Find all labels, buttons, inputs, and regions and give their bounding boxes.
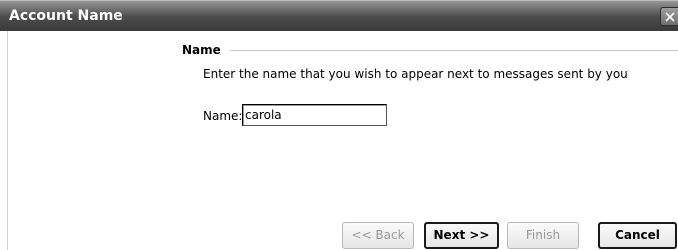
account-name-dialog: Account Name Name Enter the name that yo… [0,0,678,250]
back-button[interactable]: << Back [342,222,414,249]
cancel-button[interactable]: Cancel [598,222,677,249]
section-divider [230,50,678,51]
close-icon [665,12,675,22]
window-title: Account Name [9,8,123,24]
title-bar[interactable]: Account Name [0,0,678,31]
name-label: Name: [203,109,243,123]
instructions-text: Enter the name that you wish to appear n… [203,67,628,81]
finish-button[interactable]: Finish [507,222,579,249]
name-input[interactable] [242,104,387,126]
dialog-content [7,31,678,250]
next-button[interactable]: Next >> [424,222,499,249]
section-title: Name [182,43,221,57]
close-button[interactable] [660,7,678,26]
